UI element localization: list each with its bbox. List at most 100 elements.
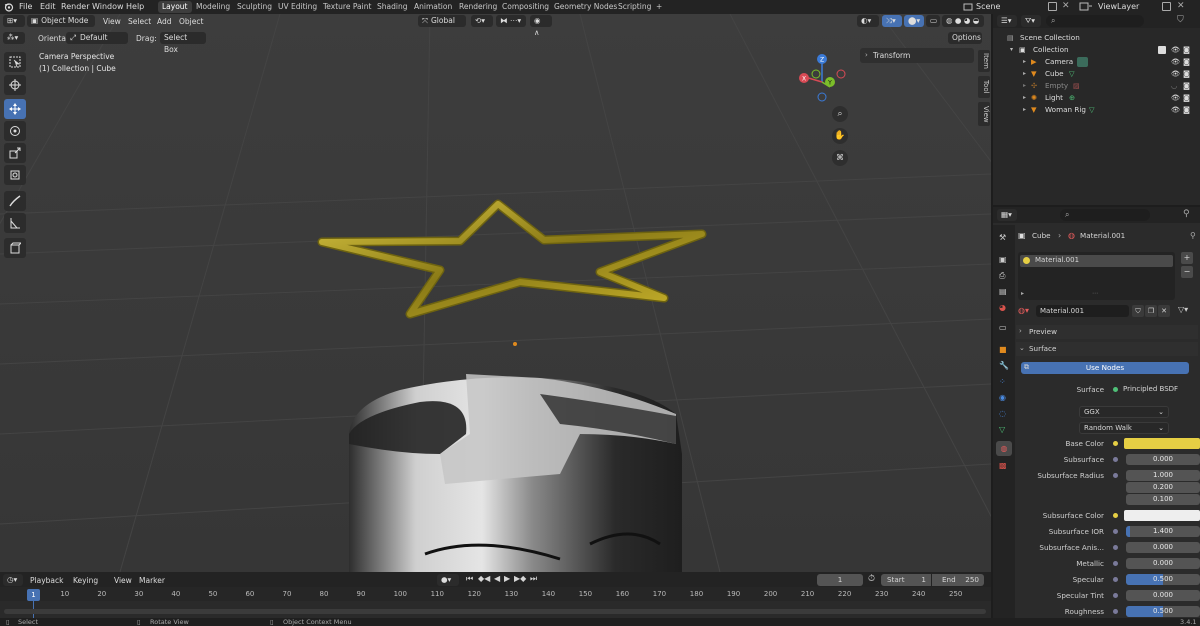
menu-window[interactable]: Window [92,2,124,11]
transform-panel[interactable]: › Transform [860,48,974,63]
timeline-menu-playback[interactable]: Playback [30,576,63,585]
eye-icon[interactable]: 👁 [1171,104,1180,116]
scale-tool-icon[interactable] [4,143,26,163]
scene-name[interactable]: Scene [976,2,1000,11]
outliner-item-light[interactable]: ▸ ✺ Light ⊕ 👁 ◙ [993,92,1200,104]
tab-geometry-nodes[interactable]: Geometry Nodes [550,1,621,13]
properties-search-input[interactable]: ⌕ [1060,209,1150,221]
outliner-item-woman-rig[interactable]: ▸ ▼ Woman Rig ▽ 👁 ◙ [993,104,1200,116]
cursor-tool-icon[interactable] [4,75,26,95]
render-camera-icon[interactable]: ◙ [1183,80,1190,92]
constraints-tab-icon[interactable]: ◌ [999,409,1006,418]
menu-render[interactable]: Render [61,2,89,11]
render-camera-icon[interactable]: ◙ [1183,104,1190,116]
preview-section-header[interactable]: › Preview [1016,325,1198,339]
slider-field[interactable]: 0.000 [1126,558,1200,569]
menu-edit[interactable]: Edit [40,2,56,11]
viewport-menu-select[interactable]: Select [128,17,151,26]
render-camera-icon[interactable]: ◙ [1183,68,1190,80]
viewport-menu-object[interactable]: Object [179,17,203,26]
outliner-item-cube[interactable]: ▸ ▼ Cube ▽ 👁 ◙ [993,68,1200,80]
play-icon[interactable]: ▶ [504,574,510,583]
transform-tool-icon[interactable] [4,165,26,185]
eye-icon[interactable]: 👁 [1171,56,1180,68]
render-tab-icon[interactable]: ▣ [999,255,1007,264]
material-name-field[interactable]: Material.001 [1036,305,1129,317]
zoom-icon[interactable]: ⌕ [832,106,848,122]
fake-user-icon[interactable]: ⛉ [1132,305,1144,317]
viewport-menu-view[interactable]: View [103,17,121,26]
add-cube-tool-icon[interactable] [4,238,26,258]
autokey-record-icon[interactable]: ●▾ [437,574,459,586]
add-slot-button[interactable]: + [1181,252,1193,264]
render-camera-icon[interactable]: ◙ [1183,92,1190,104]
collapse-chevron-icon[interactable]: ▾ [1010,44,1013,56]
menu-file[interactable]: File [19,2,32,11]
resize-handle-icon[interactable]: ⋯ [1092,290,1098,297]
view-layer-tab-icon[interactable]: ▤ [999,287,1007,296]
subsurface-radius-z-field[interactable]: 0.100 [1126,494,1200,505]
outliner-item-empty[interactable]: ▸ ✣ Empty ▨ ◡ ◙ [993,80,1200,92]
play-reverse-icon[interactable]: ◀ [494,574,500,583]
tab-layout[interactable]: Layout [158,1,192,13]
tab-tool[interactable]: Tool [978,76,990,98]
eye-closed-icon[interactable]: ◡ [1171,80,1177,92]
output-tab-icon[interactable]: ⎙ [999,271,1005,281]
slider-field[interactable]: 0.000 [1126,590,1200,601]
tool-settings-icon[interactable]: ⁂▾ [3,32,25,44]
timeline-editor-type-icon[interactable]: ◷▾ [3,574,23,586]
tab-texture-paint[interactable]: Texture Paint [319,1,375,13]
surface-shader-dropdown[interactable]: Principled BSDF [1121,384,1196,395]
timeline-menu-keying[interactable]: Keying [73,576,98,585]
outliner-filter-icon[interactable]: ⛛▾ [1021,15,1041,27]
subsurface-color-swatch[interactable] [1124,510,1200,521]
physics-tab-icon[interactable]: ◉ [999,393,1006,402]
visibility-icon[interactable]: ◐▾ [857,15,879,27]
subsurface-radius-y-field[interactable]: 0.200 [1126,482,1200,493]
outliner-editor-type-icon[interactable]: ☰▾ [997,15,1017,27]
pivot-point-icon[interactable]: ⟲▾ [471,15,493,27]
material-tab-icon[interactable]: ◍ [996,441,1012,456]
tab-modeling[interactable]: Modeling [192,1,234,13]
expand-chevron-icon[interactable]: ▸ [1023,68,1026,80]
timeline-menu-marker[interactable]: Marker [139,576,165,585]
modifier-tab-icon[interactable]: 🔧 [999,361,1009,370]
overlay-toggle-icon[interactable]: ⬤▾ [904,15,924,27]
mode-dropdown[interactable]: ▣ Object Mode [27,15,95,27]
slider-field[interactable]: 1.400 [1126,526,1200,537]
pin-icon[interactable]: ⚲ [1183,209,1190,219]
new-scene-icon[interactable] [1048,2,1057,11]
timeline-menu-view[interactable]: View [114,576,132,585]
measure-tool-icon[interactable] [4,213,26,233]
expand-chevron-icon[interactable]: ▸ [1023,104,1026,116]
delete-viewlayer-icon[interactable]: ✕ [1177,1,1185,11]
remove-slot-button[interactable]: − [1181,266,1193,278]
use-nodes-button[interactable]: ⧉ Use Nodes [1021,362,1189,374]
unlink-icon[interactable]: ✕ [1158,305,1170,317]
expand-chevron-icon[interactable]: ▸ [1023,80,1026,92]
slider-field[interactable]: 0.500 [1126,574,1200,585]
xray-toggle-icon[interactable]: ▭ [926,15,940,27]
gizmo-toggle-icon[interactable]: ⤨▾ [882,15,902,27]
editor-type-icon[interactable]: ⊞▾ [3,15,25,27]
eye-icon[interactable]: 👁 [1171,68,1180,80]
tab-view[interactable]: View [978,102,990,126]
subsurface-method-dropdown[interactable]: Random Walk ⌄ [1079,422,1169,434]
tab-scripting[interactable]: Scripting [614,1,655,13]
tab-compositing[interactable]: Compositing [498,1,553,13]
duplicate-icon[interactable]: ❐ [1145,305,1157,317]
navigation-gizmo[interactable]: Z X Y [795,54,850,106]
render-camera-icon[interactable]: ◙ [1183,56,1190,68]
annotate-tool-icon[interactable] [4,191,26,211]
jump-end-icon[interactable]: ⏭ [530,574,537,584]
snap-icon[interactable]: ⧓ ⋯▾ [496,15,526,27]
collection-eye-icon[interactable]: 👁 [1171,44,1180,56]
new-viewlayer-icon[interactable] [1162,2,1171,11]
object-tab-icon[interactable]: ■ [999,345,1007,354]
surface-section-header[interactable]: ⌄ Surface [1016,342,1198,356]
move-tool-icon[interactable] [4,99,26,119]
shading-modes-icon[interactable]: ◍ ● ◕ ◒ [942,15,984,27]
collection-row[interactable]: ▾ ▣ Collection 👁 ◙ [993,44,1200,56]
base-color-swatch[interactable] [1124,438,1200,449]
link-type-icon[interactable]: ▽▾ [1178,305,1188,314]
